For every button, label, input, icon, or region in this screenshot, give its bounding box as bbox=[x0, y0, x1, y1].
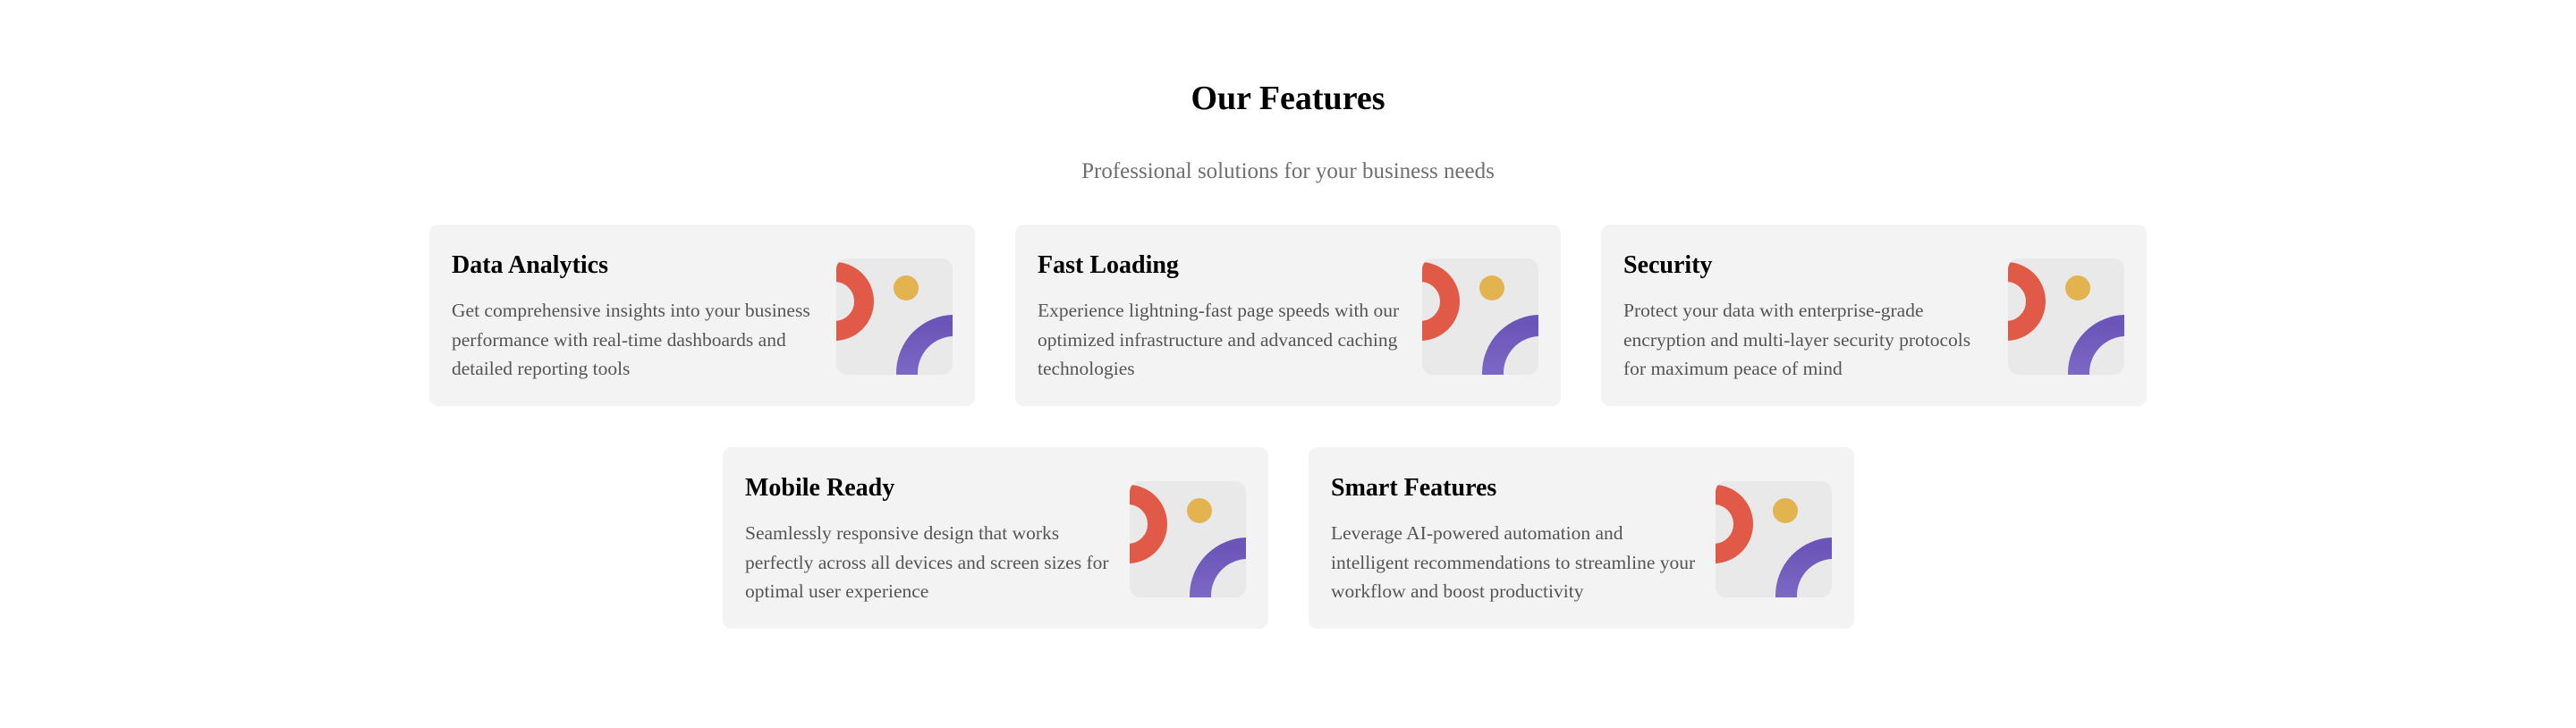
red-ring-shape bbox=[1130, 485, 1167, 563]
yellow-dot-shape bbox=[1773, 498, 1798, 523]
red-ring-shape bbox=[836, 262, 874, 341]
abstract-shapes-icon bbox=[1716, 481, 1832, 597]
feature-card-security: Security Protect your data with enterpri… bbox=[1601, 224, 2147, 406]
feature-card-description: Get comprehensive insights into your bus… bbox=[452, 300, 810, 379]
abstract-shapes-icon bbox=[2008, 258, 2124, 375]
feature-card-description: Leverage AI-powered automation and intel… bbox=[1331, 522, 1696, 602]
feature-card-title: Fast Loading bbox=[1038, 251, 1179, 279]
feature-card-fast-loading: Fast Loading Experience lightning-fast p… bbox=[1015, 224, 1561, 406]
feature-card-title: Security bbox=[1623, 251, 1713, 279]
feature-card-data-analytics: Data Analytics Get comprehensive insight… bbox=[429, 224, 975, 406]
feature-card-description: Protect your data with enterprise-grade … bbox=[1623, 300, 1971, 379]
yellow-dot-shape bbox=[894, 275, 919, 301]
feature-card-mobile-ready: Mobile Ready Seamlessly responsive desig… bbox=[723, 447, 1268, 629]
features-section: Our Features Professional solutions for … bbox=[0, 0, 2576, 728]
yellow-dot-shape bbox=[1479, 275, 1504, 301]
purple-ring-shape bbox=[1190, 538, 1246, 597]
section-title: Our Features bbox=[1191, 80, 1385, 117]
purple-ring-shape bbox=[1775, 538, 1832, 597]
feature-card-title: Mobile Ready bbox=[745, 474, 895, 502]
purple-ring-shape bbox=[896, 315, 953, 375]
feature-card-description: Seamlessly responsive design that works … bbox=[745, 522, 1109, 602]
feature-card-smart-features: Smart Features Leverage AI-powered autom… bbox=[1309, 447, 1854, 629]
feature-card-title: Data Analytics bbox=[452, 251, 608, 279]
yellow-dot-shape bbox=[1187, 498, 1212, 523]
yellow-dot-shape bbox=[2065, 275, 2090, 301]
abstract-shapes-icon bbox=[1130, 481, 1246, 597]
abstract-shapes-icon bbox=[1422, 258, 1538, 375]
feature-card-title: Smart Features bbox=[1331, 474, 1497, 502]
red-ring-shape bbox=[1422, 262, 1460, 341]
purple-ring-shape bbox=[1482, 315, 1538, 375]
red-ring-shape bbox=[2008, 262, 2046, 341]
feature-card-description: Experience lightning-fast page speeds wi… bbox=[1038, 300, 1400, 379]
abstract-shapes-icon bbox=[836, 258, 953, 375]
section-subtitle: Professional solutions for your business… bbox=[1081, 159, 1495, 183]
purple-ring-shape bbox=[2068, 315, 2124, 375]
red-ring-shape bbox=[1716, 485, 1753, 563]
